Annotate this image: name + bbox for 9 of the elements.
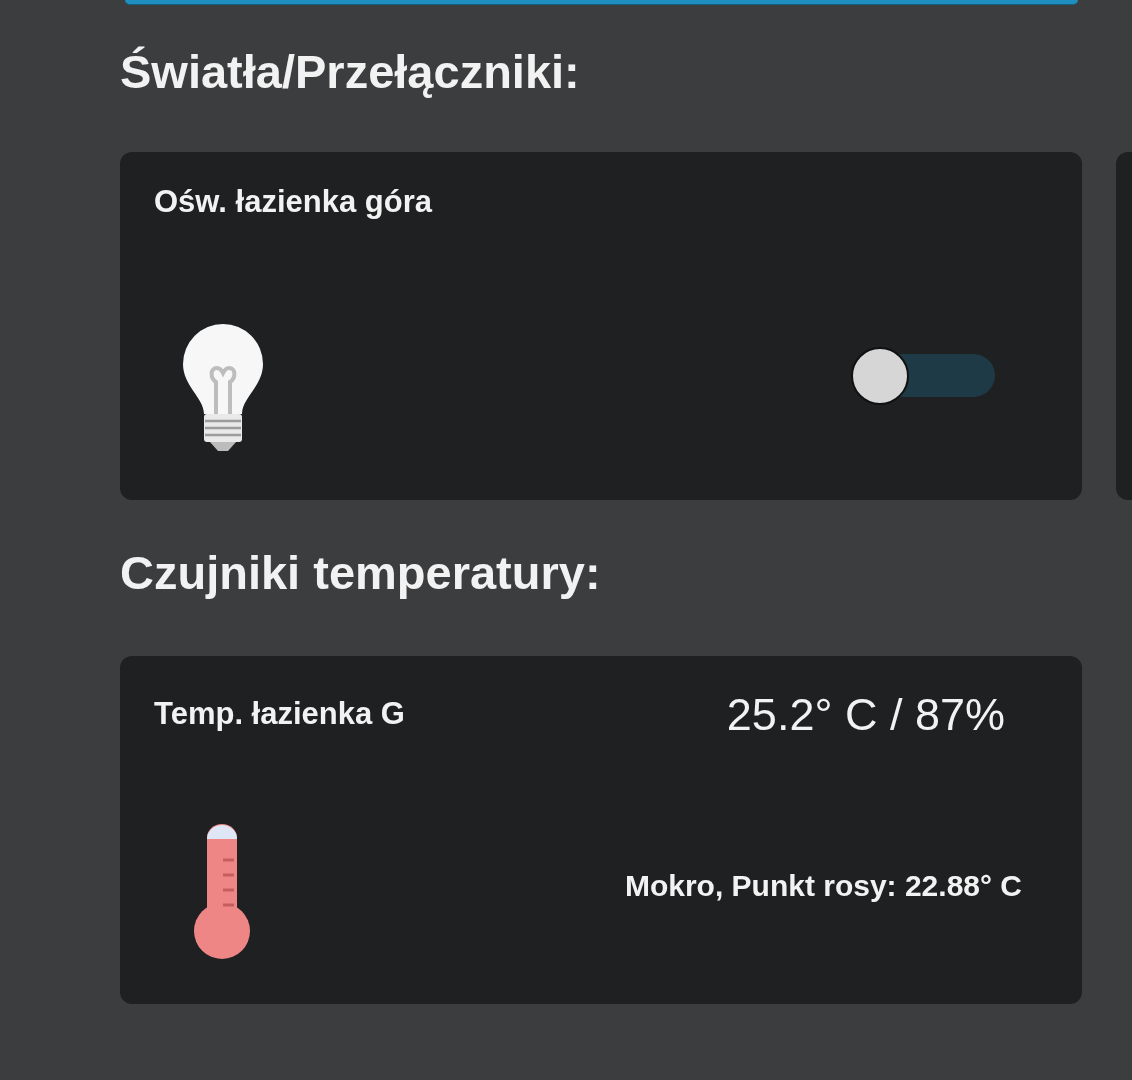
- thermometer-icon: [193, 824, 251, 960]
- light-bulb-icon: [180, 324, 266, 452]
- section-heading: Czujniki temperatury:: [120, 545, 601, 600]
- card-title: Temp. łazienka G: [154, 696, 405, 732]
- dew-point-status: Mokro, Punkt rosy: 22.88° C: [624, 868, 1022, 904]
- temperature-reading: 25.2° C / 87%: [726, 688, 1005, 742]
- card-title: Ośw. łazienka góra: [154, 184, 432, 220]
- section-heading: Światła/Przełączniki:: [120, 44, 580, 99]
- toggle-switch[interactable]: [851, 347, 995, 405]
